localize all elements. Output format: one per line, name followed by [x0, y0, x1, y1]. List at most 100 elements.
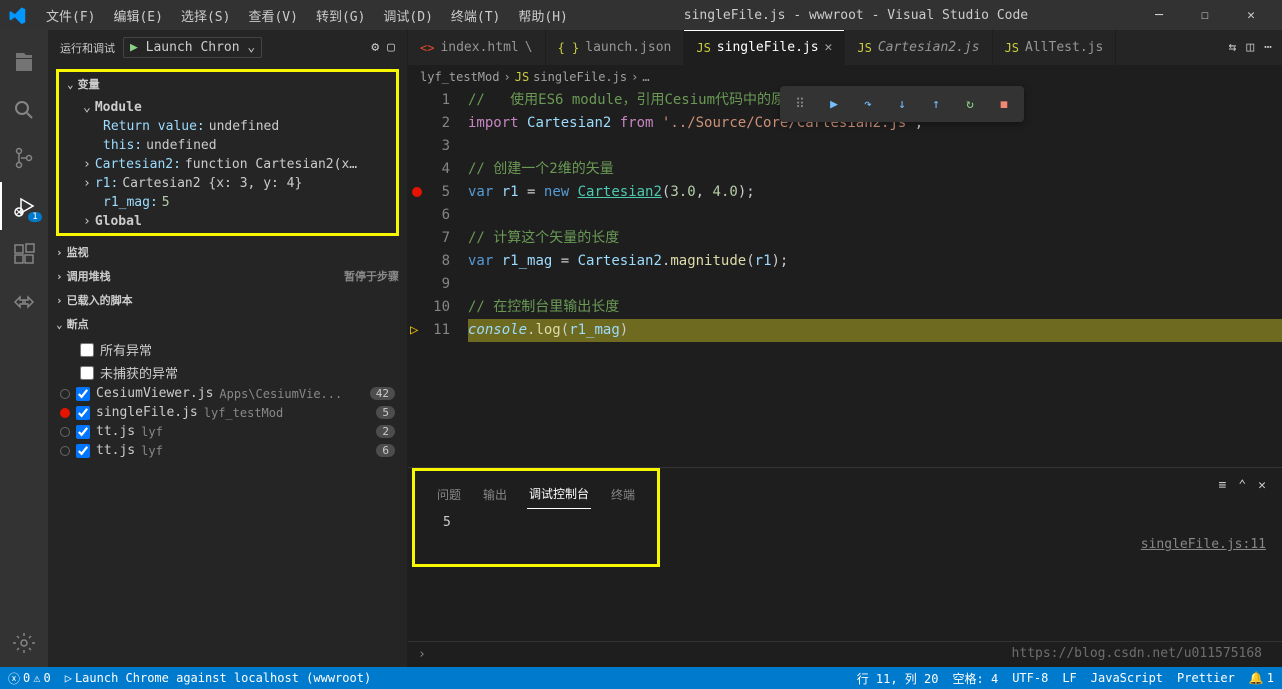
bp-checkbox[interactable]: [80, 343, 94, 357]
debug-title: 运行和调试: [60, 40, 115, 56]
status-launch[interactable]: ▷ Launch Chrome against localhost (wwwro…: [65, 671, 371, 685]
extensions-icon[interactable]: [0, 230, 48, 278]
status-errors[interactable]: ⓧ 0 ⚠ 0: [8, 670, 51, 687]
js-file-icon: JS: [696, 41, 710, 55]
source-control-icon[interactable]: [0, 134, 48, 182]
bp-all-exceptions[interactable]: 所有异常: [48, 338, 407, 361]
line-gutter: 1234 5 678910 ▷11: [408, 89, 468, 467]
more-icon[interactable]: ⋯: [1264, 40, 1272, 55]
bp-checkbox[interactable]: [76, 425, 90, 439]
variables-highlight-box: ⌄ 变量 ⌄ Module Return value: undefined th…: [56, 69, 399, 236]
var-r1mag[interactable]: r1_mag: 5: [79, 193, 396, 212]
menu-select[interactable]: 选择(S): [173, 2, 238, 29]
breakpoints-section[interactable]: ⌄断点: [48, 312, 407, 336]
breakpoints-list: 所有异常 未捕获的异常 CesiumViewer.jsApps\CesiumVi…: [48, 336, 407, 462]
continue-button[interactable]: ▶: [818, 90, 850, 118]
explorer-icon[interactable]: [0, 38, 48, 86]
launch-config-select[interactable]: ▶ Launch Chron ⌄: [123, 37, 262, 58]
chevron-down-icon: ⌄: [247, 40, 255, 55]
panel-tab-output[interactable]: 输出: [481, 480, 509, 509]
callstack-section[interactable]: ›调用堆栈暂停于步骤: [48, 264, 407, 288]
status-bar: ⓧ 0 ⚠ 0 ▷ Launch Chrome against localhos…: [0, 667, 1282, 689]
variables-label: 变量: [78, 76, 100, 92]
panel-tab-debug-console[interactable]: 调试控制台: [527, 479, 591, 509]
var-r1[interactable]: › r1: Cartesian2 {x: 3, y: 4}: [79, 174, 396, 193]
bp-item[interactable]: singleFile.jslyf_testMod5: [48, 403, 407, 422]
step-out-button[interactable]: ↑: [920, 90, 952, 118]
bp-checkbox[interactable]: [76, 387, 90, 401]
code-editor[interactable]: 1234 5 678910 ▷11 // 使用ES6 module，引用Cesi…: [408, 89, 1282, 467]
menu-goto[interactable]: 转到(G): [308, 2, 373, 29]
tab-index-html[interactable]: <>index.html \: [408, 30, 546, 65]
js-file-icon: JS: [1005, 41, 1019, 55]
status-eol[interactable]: LF: [1062, 670, 1076, 687]
bp-item[interactable]: tt.jslyf2: [48, 422, 407, 441]
close-icon[interactable]: ✕: [825, 40, 833, 55]
status-lang[interactable]: JavaScript: [1091, 670, 1163, 687]
module-scope[interactable]: ⌄ Module: [79, 98, 396, 117]
split-editor-icon[interactable]: ◫: [1246, 40, 1254, 55]
status-prettier[interactable]: Prettier: [1177, 670, 1235, 687]
var-cartesian2[interactable]: › Cartesian2: function Cartesian2(x…: [79, 155, 396, 174]
debug-toolbar[interactable]: ⠿ ▶ ↷ ↓ ↑ ↻ ◼: [780, 86, 1024, 122]
vscode-logo-icon: [8, 6, 26, 24]
breakpoint-icon[interactable]: [412, 187, 422, 197]
launch-config-label: Launch Chron: [146, 40, 240, 55]
status-cursor[interactable]: 行 11, 列 20: [857, 670, 939, 687]
tab-cartesian2-js[interactable]: JSCartesian2.js: [845, 30, 992, 65]
menu-file[interactable]: 文件(F): [38, 2, 103, 29]
drag-handle-icon[interactable]: ⠿: [784, 90, 816, 118]
menu-view[interactable]: 查看(V): [240, 2, 305, 29]
title-bar: 文件(F) 编辑(E) 选择(S) 查看(V) 转到(G) 调试(D) 终端(T…: [0, 0, 1282, 30]
console-source-link[interactable]: singleFile.js:11: [1141, 537, 1266, 552]
bp-item[interactable]: tt.jslyf6: [48, 441, 407, 460]
bp-checkbox[interactable]: [76, 406, 90, 420]
bp-checkbox[interactable]: [76, 444, 90, 458]
debug-icon[interactable]: 1: [0, 182, 48, 230]
code-content[interactable]: // 使用ES6 module，引用Cesium代码中的原代码文件 import…: [468, 89, 1282, 467]
minimize-button[interactable]: ─: [1136, 0, 1182, 30]
chevron-right-icon: ›: [56, 294, 63, 307]
search-icon[interactable]: [0, 86, 48, 134]
menu-terminal[interactable]: 终端(T): [443, 2, 508, 29]
debug-sidebar: 运行和调试 ▶ Launch Chron ⌄ ⚙ ▢ ⌄ 变量 ⌄ Module…: [48, 30, 408, 667]
menu-edit[interactable]: 编辑(E): [105, 2, 170, 29]
step-into-button[interactable]: ↓: [886, 90, 918, 118]
panel-tab-terminal[interactable]: 终端: [609, 480, 637, 509]
maximize-button[interactable]: ☐: [1182, 0, 1228, 30]
editor-tabs: <>index.html \ { }launch.json JSsingleFi…: [408, 30, 1282, 65]
chevron-right-icon: ›: [83, 214, 91, 229]
html-file-icon: <>: [420, 41, 434, 55]
panel-tab-problems[interactable]: 问题: [435, 480, 463, 509]
loaded-scripts-section[interactable]: ›已载入的脚本: [48, 288, 407, 312]
breakpoint-dot-icon: [60, 427, 70, 437]
status-encoding[interactable]: UTF-8: [1012, 670, 1048, 687]
remote-icon[interactable]: [0, 278, 48, 326]
tab-singlefile-js[interactable]: JSsingleFile.js ✕: [684, 30, 845, 65]
var-this[interactable]: this: undefined: [79, 136, 396, 155]
gear-icon[interactable]: ⚙: [371, 40, 379, 55]
bp-checkbox[interactable]: [80, 366, 94, 380]
status-bell[interactable]: 🔔 1: [1249, 670, 1274, 687]
step-over-button[interactable]: ↷: [852, 90, 884, 118]
settings-gear-icon[interactable]: [0, 619, 48, 667]
close-button[interactable]: ✕: [1228, 0, 1274, 30]
variables-section[interactable]: ⌄ 变量: [59, 72, 396, 96]
menu-help[interactable]: 帮助(H): [510, 2, 575, 29]
global-scope[interactable]: › Global: [79, 212, 396, 231]
debug-console-toggle-icon[interactable]: ▢: [387, 40, 395, 55]
restart-button[interactable]: ↻: [954, 90, 986, 118]
chevron-right-icon: ›: [56, 270, 63, 283]
var-return[interactable]: Return value: undefined: [79, 117, 396, 136]
execution-pointer-icon: ▷: [410, 319, 418, 342]
compare-icon[interactable]: ⇆: [1229, 40, 1237, 55]
watch-section[interactable]: ›监视: [48, 240, 407, 264]
breakpoint-dot-icon: [60, 389, 70, 399]
bp-uncaught-exceptions[interactable]: 未捕获的异常: [48, 361, 407, 384]
menu-debug[interactable]: 调试(D): [375, 2, 440, 29]
tab-alltest-js[interactable]: JSAllTest.js: [993, 30, 1117, 65]
status-spaces[interactable]: 空格: 4: [953, 670, 999, 687]
stop-button[interactable]: ◼: [988, 90, 1020, 118]
bp-item[interactable]: CesiumViewer.jsApps\CesiumVie...42: [48, 384, 407, 403]
tab-launch-json[interactable]: { }launch.json: [546, 30, 685, 65]
